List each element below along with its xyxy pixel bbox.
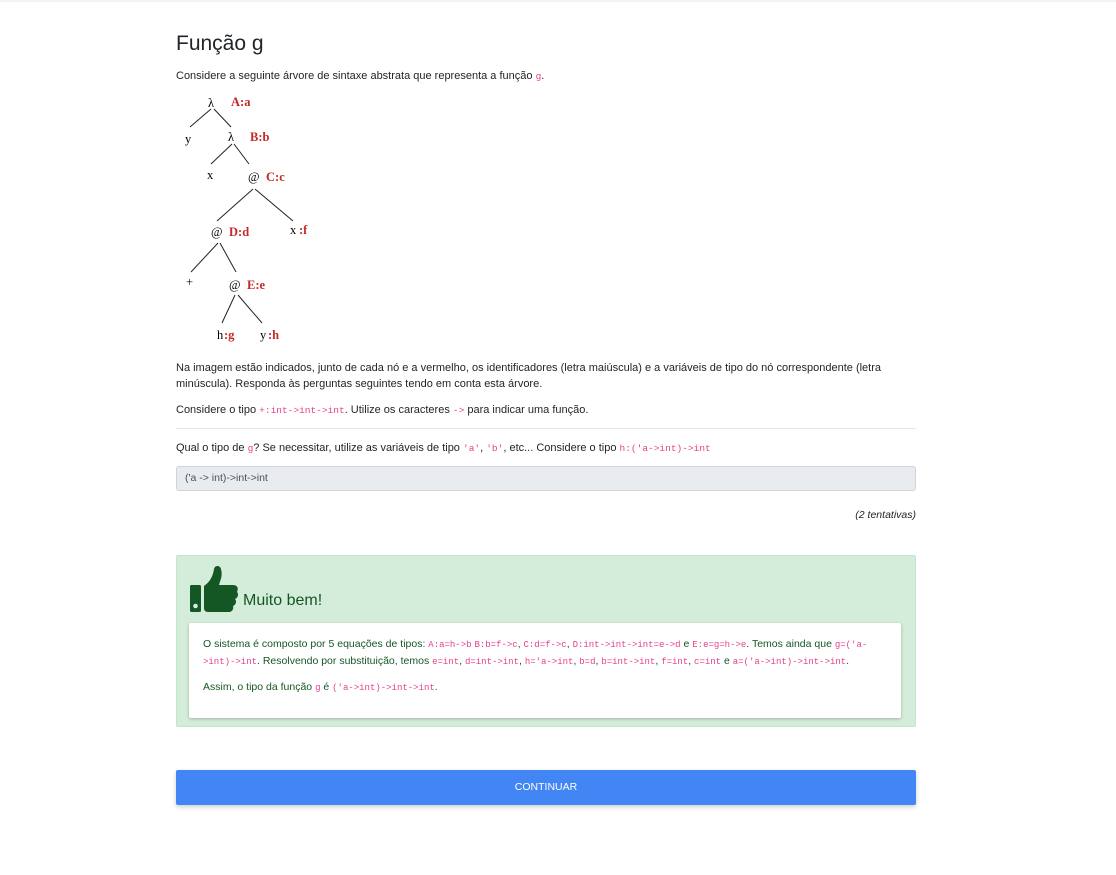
intro-text: Considere a seguinte árvore de sintaxe a… (176, 70, 545, 82)
var-y-node: y (185, 132, 192, 146)
syntax-tree-svg: λ A:a y λ B:b x @ C:c @ D:d x :f + @ E:e… (185, 95, 308, 342)
success-feedback-box: Muito bem! O sistema é composto por 5 eq… (176, 555, 916, 727)
label-d: D:d (229, 225, 249, 239)
answer-input[interactable]: ('a -> int)->int->int (176, 466, 916, 491)
success-heading: Muito bem! (243, 592, 323, 609)
description-text: Na imagem estão indicados, junto de cada… (176, 362, 882, 390)
label-g: :g (224, 328, 235, 342)
explanation-line-2: Assim, o tipo da função g é ('a->int)->i… (203, 681, 438, 693)
attempts-count: (2 tentativas) (855, 509, 916, 521)
label-a: A:a (231, 95, 251, 109)
var-y-node-h: y (260, 328, 267, 342)
label-e: E:e (247, 278, 266, 292)
label-c: C:c (266, 170, 285, 184)
thumbs-up-icon (190, 566, 239, 612)
var-x-node-f: x (290, 223, 297, 237)
continue-button[interactable]: Continuar (176, 770, 916, 805)
apply-node-d: @ (211, 225, 223, 239)
lambda-node-b: λ (228, 130, 234, 144)
lambda-node-a: λ (208, 96, 214, 110)
apply-node-e: @ (229, 278, 241, 292)
var-h-node: h (217, 328, 224, 342)
divider (176, 428, 916, 429)
consider-text: Considere o tipo +:int->int->int. Utiliz… (176, 404, 589, 416)
page-title: Função g (176, 32, 264, 55)
explanation-line-1: O sistema é composto por 5 equações de t… (203, 638, 868, 667)
top-border (0, 0, 1116, 2)
explanation-card: O sistema é composto por 5 equações de t… (189, 623, 901, 718)
label-b: B:b (250, 130, 270, 144)
label-h: :h (268, 328, 279, 342)
plus-node: + (186, 275, 193, 289)
syntax-tree-image: λ A:a y λ B:b x @ C:c @ D:d x :f + @ E:e… (176, 90, 326, 350)
label-f: :f (299, 223, 308, 237)
var-x-node: x (207, 168, 214, 182)
question-text: Qual o tipo de g? Se necessitar, utilize… (176, 442, 711, 454)
apply-node-c: @ (248, 170, 260, 184)
